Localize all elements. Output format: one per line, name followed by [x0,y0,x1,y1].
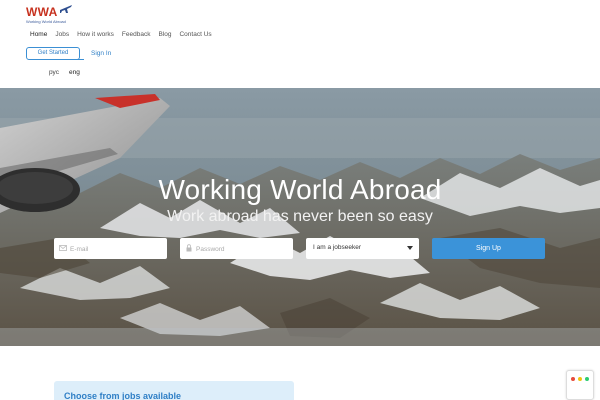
nav-contact-us[interactable]: Contact Us [179,31,211,43]
jobs-card-title: Choose from jobs available [64,391,182,400]
site-header: WWA Working World Abroad Home Jobs How i… [0,0,600,88]
floating-widget[interactable] [566,370,594,400]
nav-feedback[interactable]: Feedback [122,31,151,43]
nav-home[interactable]: Home [30,31,47,43]
role-select-value: I am a jobseeker [313,244,362,251]
main-nav: Home Jobs How it works Feedback Blog Con… [30,31,220,43]
get-started-underline [62,59,84,60]
green-dot-icon [585,377,589,381]
email-field[interactable] [54,238,167,260]
sign-up-button[interactable]: Sign Up [432,238,545,259]
hero-subtitle: Work abroad has never been so easy [167,208,433,225]
red-dot-icon [571,377,575,381]
logo[interactable]: WWA Working World Abroad [26,3,72,25]
page: WWA Working World Abroad Home Jobs How i… [0,0,600,400]
yellow-dot-icon [578,377,582,381]
password-field[interactable] [180,238,293,260]
nav-how-it-works[interactable]: How it works [77,31,114,43]
password-input[interactable] [180,239,293,260]
envelope-icon [59,245,67,251]
language-ru[interactable]: рус [49,69,59,76]
airplane-icon [60,5,72,13]
hero-section: Working World Abroad Work abroad has nev… [0,88,600,346]
logo-subtitle: Working World Abroad [26,19,66,24]
chevron-down-icon [407,246,413,250]
nav-blog[interactable]: Blog [158,31,171,43]
role-select[interactable]: I am a jobseeker [306,238,419,259]
language-en[interactable]: eng [69,69,80,76]
email-input[interactable] [54,239,167,260]
jobs-card[interactable]: Choose from jobs available [54,381,294,400]
nav-jobs[interactable]: Jobs [55,31,69,43]
logo-text: WWA [26,5,58,19]
sign-in-link[interactable]: Sign In [91,50,111,57]
hero-title: Working World Abroad [158,174,442,205]
lock-icon [186,244,192,252]
